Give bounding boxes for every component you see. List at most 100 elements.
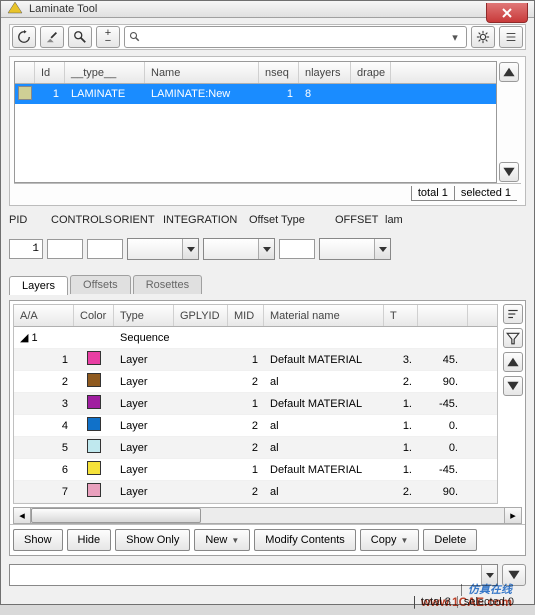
settings-button[interactable]	[471, 26, 495, 48]
layer-row[interactable]: 5Layer2al1.0.	[14, 437, 497, 459]
bottom-row	[9, 562, 526, 588]
search-box[interactable]: ▾	[124, 26, 467, 48]
layers-panel: A/A Color Type GPLYID MID Material name …	[9, 300, 526, 556]
laminate-tool-window: Laminate Tool +− ▾	[0, 0, 535, 605]
col-type[interactable]: __type__	[65, 62, 145, 83]
main-toolbar: +− ▾	[9, 24, 526, 50]
col-t[interactable]: T	[384, 305, 418, 326]
layer-row[interactable]: 2Layer2al2.90.	[14, 371, 497, 393]
show-only-button[interactable]: Show Only	[115, 529, 190, 551]
filter-button[interactable]	[503, 328, 523, 348]
window-title: Laminate Tool	[29, 3, 97, 15]
lam-combo[interactable]	[319, 238, 391, 260]
laminate-grid-header: Id __type__ Name nseq nlayers drape	[15, 62, 496, 84]
color-swatch	[87, 395, 101, 409]
lam-label: lam	[385, 214, 403, 226]
color-swatch	[87, 351, 101, 365]
chevron-down-icon	[182, 239, 198, 259]
refresh-button[interactable]	[12, 26, 36, 48]
chevron-down-icon	[258, 239, 274, 259]
integration-combo[interactable]	[127, 238, 199, 260]
new-button[interactable]: New▼	[194, 529, 250, 551]
col-drape[interactable]: drape	[351, 62, 391, 83]
integration-label: INTEGRATION	[163, 214, 241, 226]
scroll-thumb[interactable]	[31, 508, 201, 523]
move-up-button[interactable]	[499, 62, 519, 82]
toolbar-lines-icon[interactable]	[499, 26, 523, 48]
orient-label: ORIENT	[113, 214, 155, 226]
chevron-down-icon	[481, 565, 497, 585]
col-id[interactable]: Id	[35, 62, 65, 83]
controls-inputs	[9, 236, 526, 264]
laminate-row[interactable]: 1 LAMINATE LAMINATE:New 1 8	[15, 84, 496, 104]
col-type2[interactable]: Type	[114, 305, 174, 326]
laminate-grid[interactable]: Id __type__ Name nseq nlayers drape 1 LA…	[14, 61, 497, 183]
expand-button[interactable]	[503, 376, 523, 396]
close-button[interactable]	[486, 3, 528, 23]
hide-button[interactable]: Hide	[67, 529, 112, 551]
laminate-list-panel: Id __type__ Name nseq nlayers drape 1 LA…	[9, 56, 526, 206]
controls-label: CONTROLS	[51, 214, 105, 226]
show-button[interactable]: Show	[13, 529, 63, 551]
footer-status: total 8selected 0 仿真在线 www.1CAE.com	[9, 594, 526, 611]
chevron-down-icon: ▼	[400, 536, 408, 545]
layer-row[interactable]: 7Layer2al2.90.	[14, 481, 497, 503]
offset-label: OFFSET	[335, 214, 377, 226]
search-icon	[129, 31, 141, 43]
layer-row[interactable]: 1Layer1Default MATERIAL3.45.	[14, 349, 497, 371]
plus-minus-button[interactable]: +−	[96, 26, 120, 48]
tab-rosettes[interactable]: Rosettes	[133, 275, 202, 294]
scroll-right-icon[interactable]: ▸	[504, 508, 521, 523]
color-swatch	[87, 417, 101, 431]
chevron-down-icon: ▼	[231, 536, 239, 545]
tab-offsets[interactable]: Offsets	[70, 275, 131, 294]
col-aa[interactable]: A/A	[14, 305, 74, 326]
controls-labels: PID CONTROLS ORIENT INTEGRATION Offset T…	[9, 212, 526, 230]
layers-grid[interactable]: A/A Color Type GPLYID MID Material name …	[13, 304, 498, 504]
color-swatch	[87, 483, 101, 497]
action-button-row: Show Hide Show Only New▼ Modify Contents…	[10, 524, 525, 555]
col-nlayers[interactable]: nlayers	[299, 62, 351, 83]
col-color[interactable]: Color	[74, 305, 114, 326]
bottom-combo[interactable]	[9, 564, 498, 586]
offset-input[interactable]	[279, 239, 315, 259]
col-nseq[interactable]: nseq	[259, 62, 299, 83]
layer-row[interactable]: 6Layer1Default MATERIAL1.-45.	[14, 459, 497, 481]
move-down-button[interactable]	[499, 162, 519, 182]
modify-contents-button[interactable]: Modify Contents	[254, 529, 355, 551]
minus-icon: −	[105, 37, 111, 45]
zoom-button[interactable]	[68, 26, 92, 48]
orient-input[interactable]	[87, 239, 123, 259]
search-input[interactable]	[145, 30, 448, 44]
col-angle[interactable]	[418, 305, 468, 326]
horizontal-scrollbar[interactable]: ◂ ▸	[13, 507, 522, 524]
app-icon	[7, 1, 23, 17]
row-swatch	[18, 86, 32, 100]
pid-input[interactable]	[9, 239, 43, 259]
tab-layers[interactable]: Layers	[9, 276, 68, 295]
layer-row[interactable]: 4Layer2al1.0.	[14, 415, 497, 437]
sequence-row[interactable]: ◢ 1Sequence	[14, 327, 497, 349]
tab-bar: Layers Offsets Rosettes	[9, 272, 526, 294]
offset-type-combo[interactable]	[203, 238, 275, 260]
offset-type-label: Offset Type	[249, 214, 327, 226]
col-mid[interactable]: MID	[228, 305, 264, 326]
col-name[interactable]: Name	[145, 62, 259, 83]
color-swatch	[87, 439, 101, 453]
collapse-button[interactable]	[503, 352, 523, 372]
layers-grid-header: A/A Color Type GPLYID MID Material name …	[14, 305, 497, 327]
color-swatch	[87, 461, 101, 475]
brush-button[interactable]	[40, 26, 64, 48]
scroll-left-icon[interactable]: ◂	[14, 508, 31, 523]
pid-label: PID	[9, 214, 43, 226]
sort-button[interactable]	[503, 304, 523, 324]
delete-button[interactable]: Delete	[423, 529, 477, 551]
search-dropdown[interactable]: ▾	[448, 31, 462, 44]
layer-row[interactable]: 3Layer1Default MATERIAL1.-45.	[14, 393, 497, 415]
copy-button[interactable]: Copy▼	[360, 529, 420, 551]
bottom-down-button[interactable]	[502, 564, 526, 586]
controls-input[interactable]	[47, 239, 83, 259]
col-gplyid[interactable]: GPLYID	[174, 305, 228, 326]
chevron-down-icon	[374, 239, 390, 259]
col-matname[interactable]: Material name	[264, 305, 384, 326]
